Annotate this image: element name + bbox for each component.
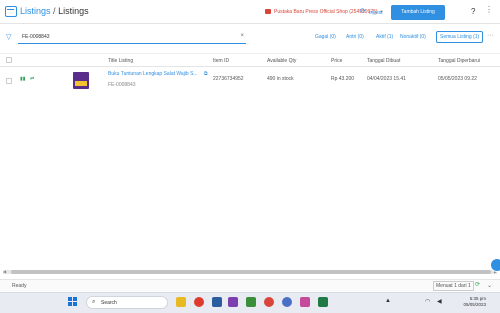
column-created[interactable]: Tanggal Dibuat xyxy=(367,58,400,64)
table-header: Title Listing Item ID Available Qty Pric… xyxy=(0,53,500,67)
tab-antri[interactable]: Antri (0) xyxy=(346,34,364,40)
horizontal-scrollbar[interactable]: ◀ ▶ xyxy=(3,269,497,274)
app-icon[interactable] xyxy=(212,297,222,307)
column-updated[interactable]: Tanggal Diperbarui xyxy=(438,58,480,64)
page-indicator[interactable]: Menuat 1 dari 1 xyxy=(433,281,474,291)
add-listing-button[interactable]: Tambah Listing xyxy=(391,5,445,20)
column-price[interactable]: Price xyxy=(331,58,342,64)
status-bar: Ready Menuat 1 dari 1 ⟳ ⌄ xyxy=(0,279,500,291)
tab-aktif[interactable]: Aktif (1) xyxy=(376,34,393,40)
chat-bubble-icon[interactable] xyxy=(490,258,500,272)
listing-title[interactable]: Buku Tuntunan Lengkap Salat Wajib S... xyxy=(108,71,198,77)
available-qty: 490 in stock xyxy=(267,76,294,82)
app-icon[interactable] xyxy=(228,297,238,307)
app-icon[interactable] xyxy=(264,297,274,307)
scroll-left-icon[interactable]: ◀ xyxy=(3,269,6,274)
file-explorer-icon[interactable] xyxy=(176,297,186,307)
search-input[interactable]: FE-0008843 × xyxy=(18,31,246,44)
more-horizontal-icon[interactable]: ··· xyxy=(487,32,494,39)
funnel-icon[interactable]: ▽ xyxy=(6,33,11,41)
item-id: 22736734952 xyxy=(213,76,244,82)
created-date: 04/04/2023 15.41 xyxy=(367,76,406,82)
listings-icon xyxy=(5,6,17,17)
sync-icon[interactable]: ⟳ xyxy=(360,8,366,15)
scrollbar-thumb[interactable] xyxy=(11,270,491,274)
taskbar-search-placeholder: Search xyxy=(101,300,117,306)
tab-semua-listing[interactable]: Semua Listing (1) xyxy=(436,31,484,43)
breadcrumb: Listings / Listings xyxy=(20,6,89,16)
search-value: FE-0008843 xyxy=(22,34,50,40)
updated-date: 05/05/2023 09.22 xyxy=(438,76,477,82)
search-icon: ⌕ xyxy=(92,299,96,305)
listing-sku: FE-0008843 xyxy=(108,82,136,88)
volume-icon[interactable]: ◀ xyxy=(437,298,442,305)
status-text: Ready xyxy=(12,283,27,289)
more-vertical-icon[interactable]: ⋮ xyxy=(485,6,493,14)
external-link-icon[interactable]: ⧉ xyxy=(204,71,208,77)
breadcrumb-current: Listings xyxy=(58,6,89,16)
breadcrumb-separator: / xyxy=(53,6,56,16)
column-title[interactable]: Title Listing xyxy=(108,58,133,64)
excel-icon[interactable] xyxy=(318,297,328,307)
column-item-id[interactable]: Item ID xyxy=(213,58,229,64)
refresh-icon[interactable]: ⟳ xyxy=(475,281,480,288)
chrome-icon[interactable] xyxy=(194,297,204,307)
filter-bar: ▽ FE-0008843 × Gagal (0) Antri (0) Aktif… xyxy=(0,30,500,46)
notification-icon[interactable]: ▲ xyxy=(385,298,391,304)
price: Rp 43.200 xyxy=(331,76,355,82)
tab-gagal[interactable]: Gagal (0) xyxy=(315,34,336,40)
row-checkbox[interactable] xyxy=(6,78,12,84)
sync-status-icon: ⇄ xyxy=(30,76,35,82)
shop-icon xyxy=(265,9,271,14)
windows-start-icon[interactable] xyxy=(68,297,78,307)
breadcrumb-root[interactable]: Listings xyxy=(20,6,51,16)
select-all-checkbox[interactable] xyxy=(6,57,12,63)
app-icon[interactable] xyxy=(246,297,256,307)
clock[interactable]: 5:35 pm 05/05/2023 xyxy=(458,296,486,308)
app-icon[interactable] xyxy=(282,297,292,307)
chart-icon: ▮▮ xyxy=(20,76,26,82)
tab-nonaktif[interactable]: Nonaktif (0) xyxy=(400,34,426,40)
product-thumbnail[interactable] xyxy=(73,72,89,89)
clock-date: 05/05/2023 xyxy=(463,302,486,307)
chevron-down-icon[interactable]: ⌄ xyxy=(487,282,492,289)
clear-icon[interactable]: × xyxy=(240,33,244,39)
column-available-qty[interactable]: Available Qty xyxy=(267,58,296,64)
taskbar-search[interactable]: ⌕ Search xyxy=(86,296,168,309)
app-icon[interactable] xyxy=(300,297,310,307)
help-icon[interactable]: ? xyxy=(471,7,475,16)
wifi-icon[interactable]: ◠ xyxy=(425,298,430,305)
sync-button[interactable]: Ingest xyxy=(369,10,383,16)
